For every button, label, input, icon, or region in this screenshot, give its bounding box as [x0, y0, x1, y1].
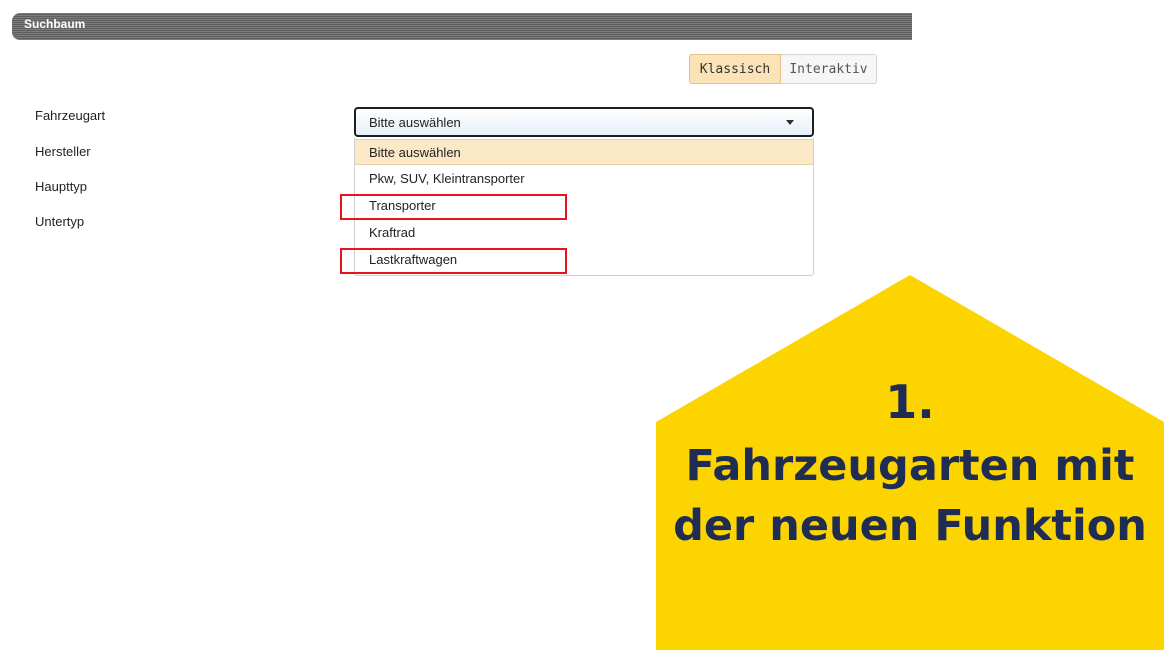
dropdown-option-bitte-auswaehlen[interactable]: Bitte auswählen: [355, 139, 813, 165]
dropdown-option-pkw[interactable]: Pkw, SUV, Kleintransporter: [355, 166, 813, 192]
highlight-box-transporter: [340, 194, 567, 220]
panel-header: Suchbaum: [12, 13, 912, 40]
dropdown-option-kraftrad[interactable]: Kraftrad: [355, 220, 813, 246]
callout-banner: 1. Fahrzeugarten mit der neuen Funktion: [656, 275, 1164, 650]
callout-line-2: der neuen Funktion: [673, 501, 1147, 551]
label-fahrzeugart: Fahrzeugart: [35, 108, 106, 123]
chevron-down-icon: [786, 120, 794, 125]
label-haupttyp: Haupttyp: [35, 179, 88, 194]
callout-number: 1.: [885, 375, 935, 429]
panel-title: Suchbaum: [24, 17, 86, 31]
select-value: Bitte auswählen: [369, 115, 461, 130]
view-toggle-klassisch[interactable]: Klassisch: [689, 54, 781, 84]
callout-line-1: Fahrzeugarten mit: [685, 441, 1135, 491]
label-untertyp: Untertyp: [35, 214, 85, 229]
label-hersteller: Hersteller: [35, 144, 91, 159]
highlight-box-lastkraftwagen: [340, 248, 567, 274]
view-toggle-interaktiv[interactable]: Interaktiv: [781, 54, 877, 84]
fahrzeugart-select[interactable]: Bitte auswählen: [354, 107, 814, 137]
